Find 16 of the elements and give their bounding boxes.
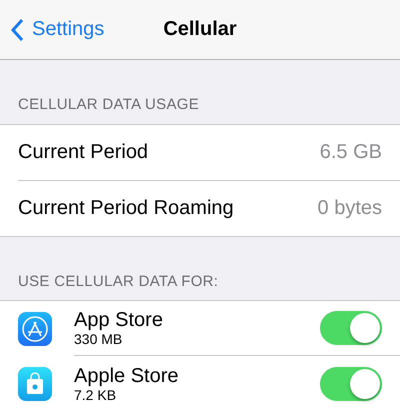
back-button[interactable]: Settings [0, 18, 104, 42]
row-label: Current Period [18, 141, 148, 164]
toggle-switch[interactable] [320, 366, 382, 400]
app-name: Apple Store [74, 364, 179, 386]
row-value: 6.5 GB [320, 141, 382, 164]
row-label: Current Period Roaming [18, 197, 234, 220]
screen-title: Cellular [162, 18, 238, 41]
chevron-left-icon [10, 18, 24, 42]
toggle-switch[interactable] [320, 311, 382, 345]
app-store-icon [18, 312, 52, 346]
data-usage: 7.2 KB [74, 386, 118, 402]
section-header: CELLULAR DATA USAGE [17, 95, 200, 115]
data-usage: 330 MB [74, 331, 124, 347]
app-name: App Store [74, 309, 163, 331]
section-header: USE CELLULAR DATA FOR: [17, 272, 220, 292]
row-value: 0 bytes [318, 197, 382, 220]
